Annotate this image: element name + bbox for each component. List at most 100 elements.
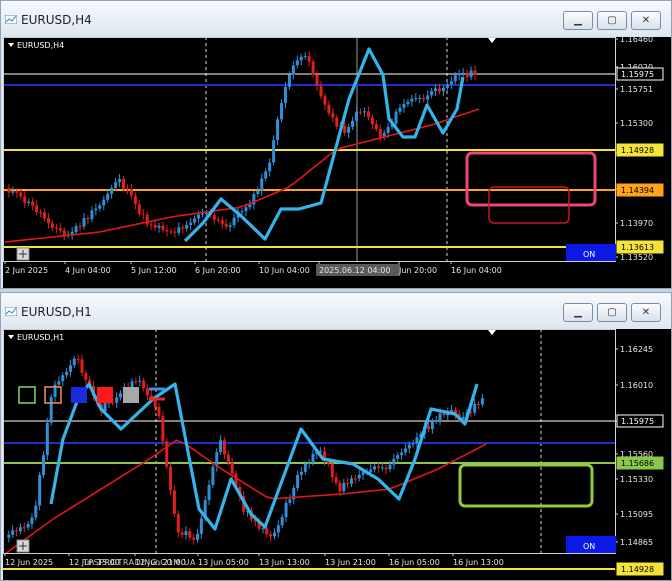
candle-bull (295, 60, 299, 66)
chart-canvas-h1[interactable]: EURUSD,H11.162451.160101.157801.155601.1… (3, 329, 671, 580)
candle-bear (438, 88, 441, 92)
supply-zone-pink[interactable] (465, 151, 597, 207)
demand-zone-green[interactable] (458, 463, 594, 508)
candle-bear (330, 463, 334, 478)
on-button-label: ON (583, 542, 595, 551)
time-axis-label: 12 Jun 2025 (5, 558, 53, 567)
chart-canvas-h4[interactable]: EURUSD,H41.164601.160201.157511.153001.1… (3, 37, 671, 288)
candle-bull (394, 111, 398, 124)
candle-bull (303, 463, 307, 472)
candle-bull (392, 458, 396, 465)
candle-bear (145, 388, 149, 396)
candle-bull (38, 474, 42, 506)
candle-bear (137, 204, 141, 214)
candle-bear (465, 72, 469, 78)
candle-bull (396, 455, 400, 459)
candle-bull (196, 533, 199, 540)
candle-bear (43, 212, 46, 219)
rectangle-orange-icon[interactable] (44, 386, 62, 404)
on-toggle-button[interactable]: ON (566, 536, 616, 553)
candle-bear (134, 381, 138, 383)
candle-bear (86, 218, 90, 220)
blue-square-icon[interactable] (71, 387, 87, 403)
chart-shift-icon[interactable] (488, 330, 496, 335)
window-titlebar[interactable]: EURUSD,H4 ▁ ▢ ✕ (1, 1, 671, 37)
candle-bear (58, 228, 62, 231)
price-axis-label: 1.14865 (620, 538, 653, 547)
minimize-button[interactable]: ▁ (563, 303, 593, 322)
candle-bull (398, 107, 402, 112)
candle-bear (477, 403, 481, 405)
chart-symbol-label: EURUSD,H4 (17, 41, 64, 50)
candle-bear (353, 478, 357, 480)
chart-shift-icon[interactable] (488, 38, 496, 43)
candle-bear (78, 226, 82, 228)
candle-bull (283, 86, 287, 104)
minimize-button[interactable]: ▁ (563, 11, 593, 30)
price-axis-label: 1.16010 (620, 381, 653, 390)
time-axis-label: 2 Jun 2025 (5, 266, 48, 275)
candle-bull (410, 98, 414, 102)
candle-bear (122, 178, 125, 189)
chart-window-h1[interactable]: EURUSD,H1 ▁ ▢ ✕ EURUSD,H1 1.16245 1.16010 1… (0, 292, 672, 581)
time-axis-label: 2025.06.12 04:00 (319, 266, 390, 275)
candle-bull (102, 199, 106, 206)
candle-bull (57, 381, 61, 385)
candle-bull (68, 365, 72, 372)
chart-symbol-label: EURUSD,H1 (17, 333, 64, 342)
candle-bear (427, 426, 430, 430)
price-axis-label: 1.16245 (620, 345, 653, 354)
candle-bear (7, 188, 11, 193)
window-titlebar[interactable]: EURUSD,H1 ▁ ▢ ✕ (1, 293, 671, 329)
candle-bear (50, 223, 54, 228)
window-title: EURUSD,H1 (21, 305, 92, 319)
candle-bull (469, 70, 473, 78)
candle-bear (31, 201, 35, 206)
candle-bull (347, 126, 351, 133)
maximize-button[interactable]: ▢ (597, 11, 627, 30)
candle-bull (369, 469, 373, 473)
candle-bull (426, 95, 430, 100)
time-axis-label: 16 Jun 13:00 (453, 558, 504, 567)
rectangle-green-icon[interactable] (18, 386, 36, 404)
gray-square-icon[interactable] (123, 387, 139, 403)
chart-window-h4[interactable]: EURUSD,H4 ▁ ▢ ✕ EURUSD,H41.164601.160201… (0, 0, 672, 289)
candle-bear (331, 113, 335, 118)
price-axis-label: 1.15095 (620, 510, 653, 519)
candle-bear (169, 231, 173, 233)
candle-bear (269, 534, 273, 537)
candle-bull (272, 140, 276, 163)
close-button[interactable]: ✕ (631, 11, 661, 30)
candle-bull (276, 119, 280, 141)
candle-bear (338, 482, 342, 492)
candle-bear (169, 466, 173, 491)
candle-bull (11, 530, 15, 535)
moving-average-line (4, 108, 480, 243)
candle-bull (26, 523, 30, 528)
candle-bull (189, 222, 193, 226)
candle-bull (287, 74, 291, 87)
chart-menu-icon[interactable] (8, 335, 14, 339)
candle-bull (18, 527, 22, 532)
candle-bear (374, 124, 378, 130)
maximize-button[interactable]: ▢ (597, 303, 627, 322)
candle-bull (115, 397, 119, 403)
candle-bear (335, 117, 339, 127)
on-toggle-button[interactable]: ON (566, 244, 616, 261)
candle-bear (172, 490, 176, 514)
candle-bull (94, 208, 98, 211)
close-button[interactable]: ✕ (631, 303, 661, 322)
chart-menu-icon[interactable] (8, 43, 14, 47)
candle-bear (165, 441, 169, 467)
candle-bull (480, 398, 484, 405)
candle-bull (357, 474, 361, 479)
candle-bull (119, 393, 122, 398)
candle-bear (19, 192, 23, 197)
candle-bear (129, 189, 133, 196)
candle-bear (153, 224, 157, 228)
candle-bull (415, 437, 419, 444)
candle-bear (54, 227, 58, 229)
candle-bear (212, 215, 216, 220)
candle-bear (173, 231, 177, 233)
red-square-icon[interactable] (97, 387, 113, 403)
